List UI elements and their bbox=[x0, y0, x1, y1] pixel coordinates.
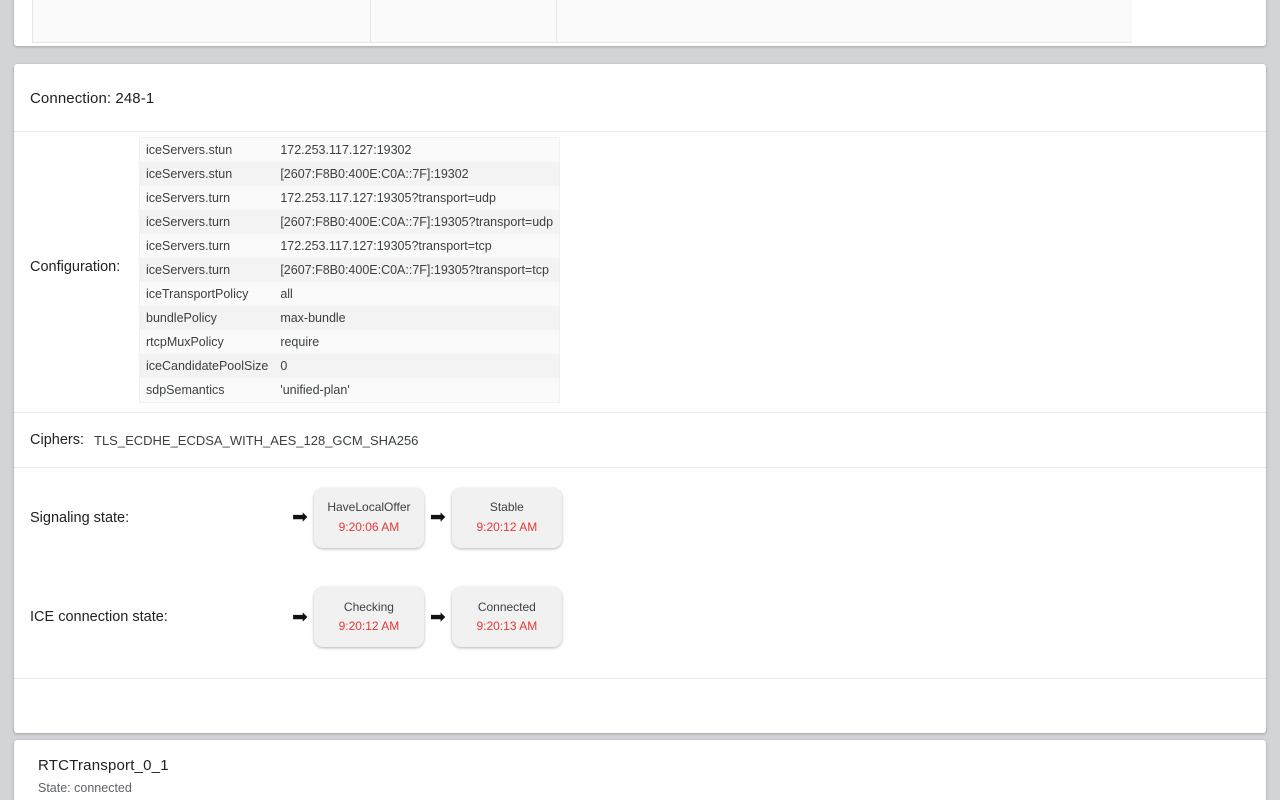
ciphers-value: TLS_ECDHE_ECDSA_WITH_AES_128_GCM_SHA256 bbox=[94, 432, 419, 448]
signaling-state-name: HaveLocalOffer bbox=[327, 500, 411, 515]
config-value: require bbox=[274, 330, 560, 354]
ice-state-name: Checking bbox=[343, 599, 394, 614]
table-row: sdpSemantics'unified-plan' bbox=[140, 378, 560, 402]
config-value: all bbox=[274, 282, 560, 306]
config-key: iceServers.turn bbox=[140, 210, 275, 234]
config-value: [2607:F8B0:400E:C0A::7F]:19302 bbox=[274, 162, 560, 186]
config-key: rtcpMuxPolicy bbox=[140, 330, 275, 354]
constraints-table: https://appr.tc true advanced.height.min… bbox=[32, 0, 1132, 43]
config-key: bundlePolicy bbox=[140, 306, 275, 330]
configuration-label: Configuration: bbox=[30, 259, 121, 275]
config-value: 172.253.117.127:19305?transport=tcp bbox=[274, 234, 560, 258]
connection-card: Connection: 248-1 Configuration: iceServ… bbox=[14, 64, 1266, 733]
ice-state-section: ICE connection state: ➡ Checking 9:20:12 A… bbox=[14, 567, 1266, 667]
constraints-cell: advanced.height.min 720 bbox=[555, 0, 1132, 43]
table-row: iceTransportPolicy all bbox=[140, 282, 560, 306]
configuration-table: iceServers.stun 172.253.117.127:19302 iceS… bbox=[140, 138, 560, 402]
ciphers-label: Ciphers: bbox=[30, 432, 84, 448]
ice-state-timestamp: 9:20:12 AM bbox=[338, 619, 400, 633]
ice-state-timestamp: 9:20:13 AM bbox=[476, 619, 538, 633]
signaling-state-section: Signaling state: ➡ HaveLocalOffer 9:20:06 … bbox=[14, 468, 1266, 567]
signaling-state-track: ➡ HaveLocalOffer 9:20:06 AM ➡ Stable 9:20:12 … bbox=[286, 468, 562, 567]
signaling-state-label: Signaling state: bbox=[30, 509, 130, 526]
arrow-right-icon: ➡ bbox=[292, 507, 308, 528]
connection-title: Connection: 248-1 bbox=[30, 90, 155, 107]
config-value: [2607:F8B0:400E:C0A::7F]:19305?transport… bbox=[274, 258, 560, 282]
config-value: [2607:F8B0:400E:C0A::7F]:19305?transport… bbox=[274, 210, 560, 234]
config-key: iceServers.turn bbox=[140, 234, 275, 258]
table-row: iceCandidatePoolSize 0 bbox=[140, 354, 560, 378]
ice-state-track: ➡ Checking 9:20:12 AM ➡ Connected 9:20:13 AM bbox=[286, 567, 562, 667]
table-row: rtcpMuxPolicy require bbox=[140, 330, 560, 354]
table-row: iceServers.stun 172.253.117.127:19302 bbox=[140, 138, 560, 162]
arrow-right-icon: ➡ bbox=[429, 606, 446, 628]
table-row: https://appr.tc true advanced.height.min… bbox=[32, 0, 1132, 43]
table-row: iceServers.turn [2607:F8B0:400E:C0A::7F]:… bbox=[140, 258, 560, 282]
rtctransport-state: State: connected bbox=[38, 781, 132, 795]
config-key: iceCandidatePoolSize bbox=[140, 354, 275, 378]
table-row: iceServers.turn [2607:F8B0:400E:C0A::7F]:… bbox=[140, 210, 560, 234]
arrow-right-icon: ➡ bbox=[292, 606, 308, 628]
config-value: 'unified-plan' bbox=[274, 378, 560, 402]
ice-state-label: ICE connection state: bbox=[30, 609, 168, 625]
table-row: iceServers.turn 172.253.117.127:19305?tra… bbox=[140, 186, 560, 210]
config-key: iceTransportPolicy bbox=[140, 282, 275, 306]
rtctransport-card: RTCTransport_0_1 State: connected bbox=[14, 740, 1266, 800]
table-row: bundlePolicy max-bundle bbox=[140, 306, 560, 330]
config-key: sdpSemantics bbox=[140, 378, 275, 402]
ice-state-name: Connected bbox=[477, 599, 536, 614]
table-row: iceServers.stun [2607:F8B0:400E:C0A::7F]:… bbox=[140, 162, 560, 186]
configuration-section: Configuration: iceServers.stun 172.253.11… bbox=[14, 132, 1266, 412]
card-bottom-padding bbox=[14, 679, 1266, 707]
rtctransport-title: RTCTransport_0_1 bbox=[38, 757, 169, 774]
signaling-state-box: HaveLocalOffer 9:20:06 AM bbox=[313, 487, 424, 548]
signaling-state-timestamp: 9:20:12 AM bbox=[476, 519, 538, 534]
signaling-state-name: Stable bbox=[489, 500, 524, 515]
config-value: 0 bbox=[274, 354, 560, 378]
flag-cell: true bbox=[369, 0, 557, 43]
ice-state-box: Connected 9:20:13 AM bbox=[451, 587, 562, 647]
config-key: iceServers.turn bbox=[140, 186, 275, 210]
webrtc-internals-page: https://appr.tc true advanced.height.min… bbox=[0, 0, 1280, 800]
signaling-state-box: Stable 9:20:12 AM bbox=[451, 487, 562, 548]
table-row: iceServers.turn 172.253.117.127:19305?tra… bbox=[140, 234, 560, 258]
config-value: max-bundle bbox=[274, 306, 560, 330]
config-value: 172.253.117.127:19302 bbox=[274, 138, 560, 162]
ciphers-section: Ciphers: TLS_ECDHE_ECDSA_WITH_AES_128_GC… bbox=[14, 413, 1266, 467]
config-key: iceServers.stun bbox=[140, 162, 275, 186]
ice-state-box: Checking 9:20:12 AM bbox=[313, 587, 424, 647]
media-constraints-card: https://appr.tc true advanced.height.min… bbox=[14, 0, 1266, 46]
signaling-state-timestamp: 9:20:06 AM bbox=[338, 519, 400, 534]
arrow-right-icon: ➡ bbox=[429, 507, 446, 528]
config-key: iceServers.stun bbox=[140, 138, 275, 162]
config-value: 172.253.117.127:19305?transport=udp bbox=[274, 186, 560, 210]
origin-cell: https://appr.tc bbox=[32, 0, 371, 43]
config-key: iceServers.turn bbox=[140, 258, 275, 282]
